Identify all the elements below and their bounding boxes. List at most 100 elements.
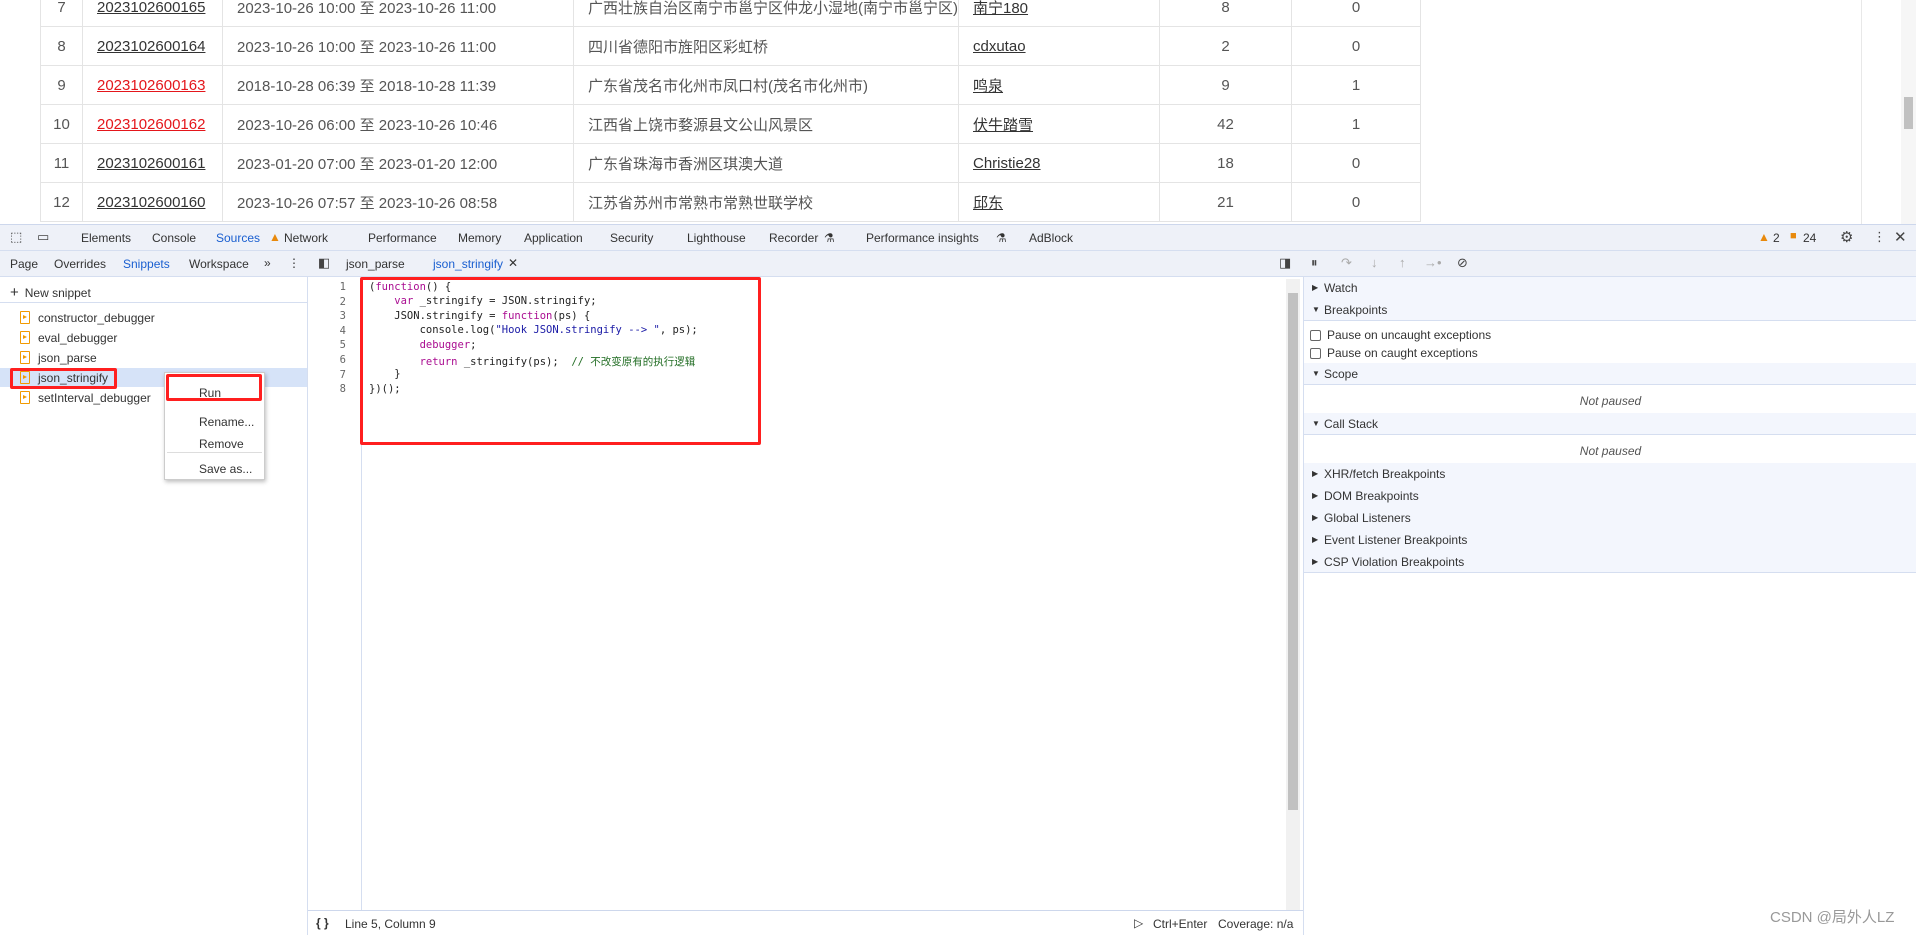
coverage-status: Coverage: n/a bbox=[1218, 917, 1294, 931]
global-listeners-section[interactable]: ▶ Global Listeners bbox=[1304, 507, 1916, 529]
cell-flag: 0 bbox=[1291, 182, 1421, 222]
tab-elements[interactable]: Elements bbox=[81, 231, 131, 245]
dom-breakpoints-section[interactable]: ▶ DOM Breakpoints bbox=[1304, 485, 1916, 507]
gear-icon[interactable]: ⚙ bbox=[1840, 228, 1853, 246]
snippet-item[interactable]: constructor_debugger bbox=[20, 309, 155, 328]
user-link[interactable]: Christie28 bbox=[973, 155, 1041, 172]
watch-section[interactable]: ▶ Watch bbox=[1304, 277, 1916, 299]
close-tab-icon[interactable]: ✕ bbox=[508, 256, 518, 270]
snippet-item[interactable]: eval_debugger bbox=[20, 329, 117, 348]
user-link[interactable]: cdxutao bbox=[973, 38, 1026, 55]
cell-count: 9 bbox=[1159, 65, 1292, 105]
tab-console[interactable]: Console bbox=[152, 231, 196, 245]
cell-index: 8 bbox=[40, 26, 83, 66]
experiment-icon: ⚗ bbox=[824, 231, 835, 245]
cell-id: 2023102600164 bbox=[82, 26, 223, 66]
line-number: 7 bbox=[339, 368, 346, 381]
user-link[interactable]: 邱东 bbox=[973, 195, 1003, 212]
close-icon[interactable]: ✕ bbox=[1894, 228, 1907, 246]
id-link[interactable]: 2023102600160 bbox=[97, 194, 205, 211]
menu-item-remove[interactable]: Remove bbox=[199, 437, 244, 451]
device-toolbar-icon[interactable]: ▭ bbox=[37, 229, 49, 245]
new-snippet-button[interactable]: + New snippet bbox=[10, 283, 91, 302]
tab-lighthouse[interactable]: Lighthouse bbox=[687, 231, 746, 245]
page-scrollbar-thumb[interactable] bbox=[1904, 97, 1913, 129]
toggle-debugger-icon[interactable]: ◨ bbox=[1279, 255, 1291, 271]
pause-icon[interactable]: ⏸ bbox=[1311, 255, 1318, 271]
table-row: 9 2023102600163 2018-10-28 06:39 至 2018-10… bbox=[40, 65, 1421, 105]
id-link[interactable]: 2023102600165 bbox=[97, 0, 205, 16]
id-link[interactable]: 2023102600163 bbox=[97, 77, 205, 94]
tab-sources[interactable]: Sources bbox=[209, 231, 267, 253]
breakpoints-section[interactable]: ▼ Breakpoints bbox=[1304, 299, 1916, 321]
csp-violation-breakpoints-section[interactable]: ▶ CSP Violation Breakpoints bbox=[1304, 551, 1916, 573]
editor-tab-json-parse[interactable]: json_parse bbox=[346, 257, 405, 271]
pause-uncaught-checkbox[interactable]: Pause on uncaught exceptions bbox=[1310, 328, 1491, 342]
cell-address: 江西省上饶市婺源县文公山风景区 bbox=[573, 104, 959, 144]
editor-scrollbar-thumb[interactable] bbox=[1288, 293, 1298, 810]
snippet-item[interactable]: json_parse bbox=[20, 349, 97, 368]
warning-icon[interactable]: ▲ bbox=[1758, 230, 1770, 244]
run-icon[interactable]: ▷ bbox=[1134, 916, 1143, 930]
warning-count[interactable]: 2 bbox=[1773, 231, 1780, 245]
issues-icon[interactable]: ■ bbox=[1790, 230, 1797, 242]
xhr-breakpoints-section[interactable]: ▶ XHR/fetch Breakpoints bbox=[1304, 463, 1916, 485]
table-row: 7 2023102600165 2023-10-26 10:00 至 2023-10… bbox=[40, 0, 1421, 27]
kebab-menu-icon[interactable]: ⋮ bbox=[1873, 229, 1886, 245]
devtools-tabbar: ⬚ ▭ Elements Console Sources Network ▲ Perfor… bbox=[0, 224, 1916, 253]
tab-application[interactable]: Application bbox=[524, 231, 583, 245]
deactivate-breakpoints-icon[interactable]: ⊘ bbox=[1457, 255, 1468, 271]
editor-tab-json-stringify[interactable]: json_stringify bbox=[426, 257, 510, 279]
divider bbox=[1861, 0, 1862, 224]
scope-status: Not paused bbox=[1579, 394, 1642, 408]
tab-recorder[interactable]: Recorder bbox=[769, 231, 818, 245]
tab-performance[interactable]: Performance bbox=[368, 231, 437, 245]
toggle-navigator-icon[interactable]: ◧ bbox=[318, 255, 330, 271]
call-stack-status: Not paused bbox=[1579, 444, 1642, 458]
menu-item-save-as[interactable]: Save as... bbox=[199, 462, 252, 476]
kebab-menu-icon[interactable]: ⋮ bbox=[288, 256, 300, 270]
sources-toolbar: Page Overrides Snippets Workspace » ⋮ ◧ jso… bbox=[0, 251, 1916, 279]
cell-flag: 0 bbox=[1291, 143, 1421, 183]
cell-address: 四川省德阳市旌阳区彩虹桥 bbox=[573, 26, 959, 66]
tab-network[interactable]: Network bbox=[284, 231, 328, 245]
line-gutter: 1 2 34 5 6 7 8 bbox=[308, 277, 362, 910]
id-link[interactable]: 2023102600161 bbox=[97, 155, 205, 172]
id-link[interactable]: 2023102600162 bbox=[97, 116, 205, 133]
event-listener-breakpoints-section[interactable]: ▶ Event Listener Breakpoints bbox=[1304, 529, 1916, 551]
snippet-item[interactable]: setInterval_debugger bbox=[20, 389, 151, 408]
user-link[interactable]: 鸣泉 bbox=[973, 78, 1003, 95]
cell-time: 2023-10-26 07:57 至 2023-10-26 08:58 bbox=[222, 182, 574, 222]
nav-tab-overrides[interactable]: Overrides bbox=[54, 257, 106, 271]
cell-index: 11 bbox=[40, 143, 83, 183]
nav-tab-page[interactable]: Page bbox=[10, 257, 38, 271]
pretty-print-icon[interactable]: { } bbox=[316, 916, 329, 930]
more-tabs-icon[interactable]: » bbox=[264, 256, 271, 270]
cell-id: 2023102600163 bbox=[82, 65, 223, 105]
cell-user: Christie28 bbox=[958, 143, 1160, 183]
call-stack-section[interactable]: ▼ Call Stack bbox=[1304, 413, 1916, 435]
step-over-icon[interactable]: ↷ bbox=[1341, 255, 1352, 271]
nav-tab-workspace[interactable]: Workspace bbox=[189, 257, 249, 271]
cursor-position: Line 5, Column 9 bbox=[345, 917, 436, 931]
user-link[interactable]: 伏牛踏雪 bbox=[973, 117, 1033, 134]
nav-tab-snippets[interactable]: Snippets bbox=[117, 257, 176, 279]
pause-caught-checkbox[interactable]: Pause on caught exceptions bbox=[1310, 346, 1478, 360]
cell-time: 2023-10-26 10:00 至 2023-10-26 11:00 bbox=[222, 0, 574, 27]
step-icon[interactable]: →• bbox=[1424, 255, 1442, 270]
inspect-element-icon[interactable]: ⬚ bbox=[10, 229, 22, 245]
id-link[interactable]: 2023102600164 bbox=[97, 38, 205, 55]
cell-index: 9 bbox=[40, 65, 83, 105]
line-number: 1 bbox=[339, 281, 346, 293]
menu-item-rename[interactable]: Rename... bbox=[199, 415, 254, 429]
step-into-icon[interactable]: ↓ bbox=[1371, 255, 1378, 270]
highlight-box bbox=[10, 368, 117, 389]
issues-count[interactable]: 24 bbox=[1803, 231, 1816, 245]
tab-adblock[interactable]: AdBlock bbox=[1029, 231, 1073, 245]
user-link[interactable]: 南宁180 bbox=[973, 0, 1028, 17]
scope-section[interactable]: ▼ Scope bbox=[1304, 363, 1916, 385]
tab-security[interactable]: Security bbox=[610, 231, 653, 245]
tab-memory[interactable]: Memory bbox=[458, 231, 501, 245]
tab-performance-insights[interactable]: Performance insights bbox=[866, 231, 979, 245]
step-out-icon[interactable]: ↑ bbox=[1399, 255, 1406, 270]
